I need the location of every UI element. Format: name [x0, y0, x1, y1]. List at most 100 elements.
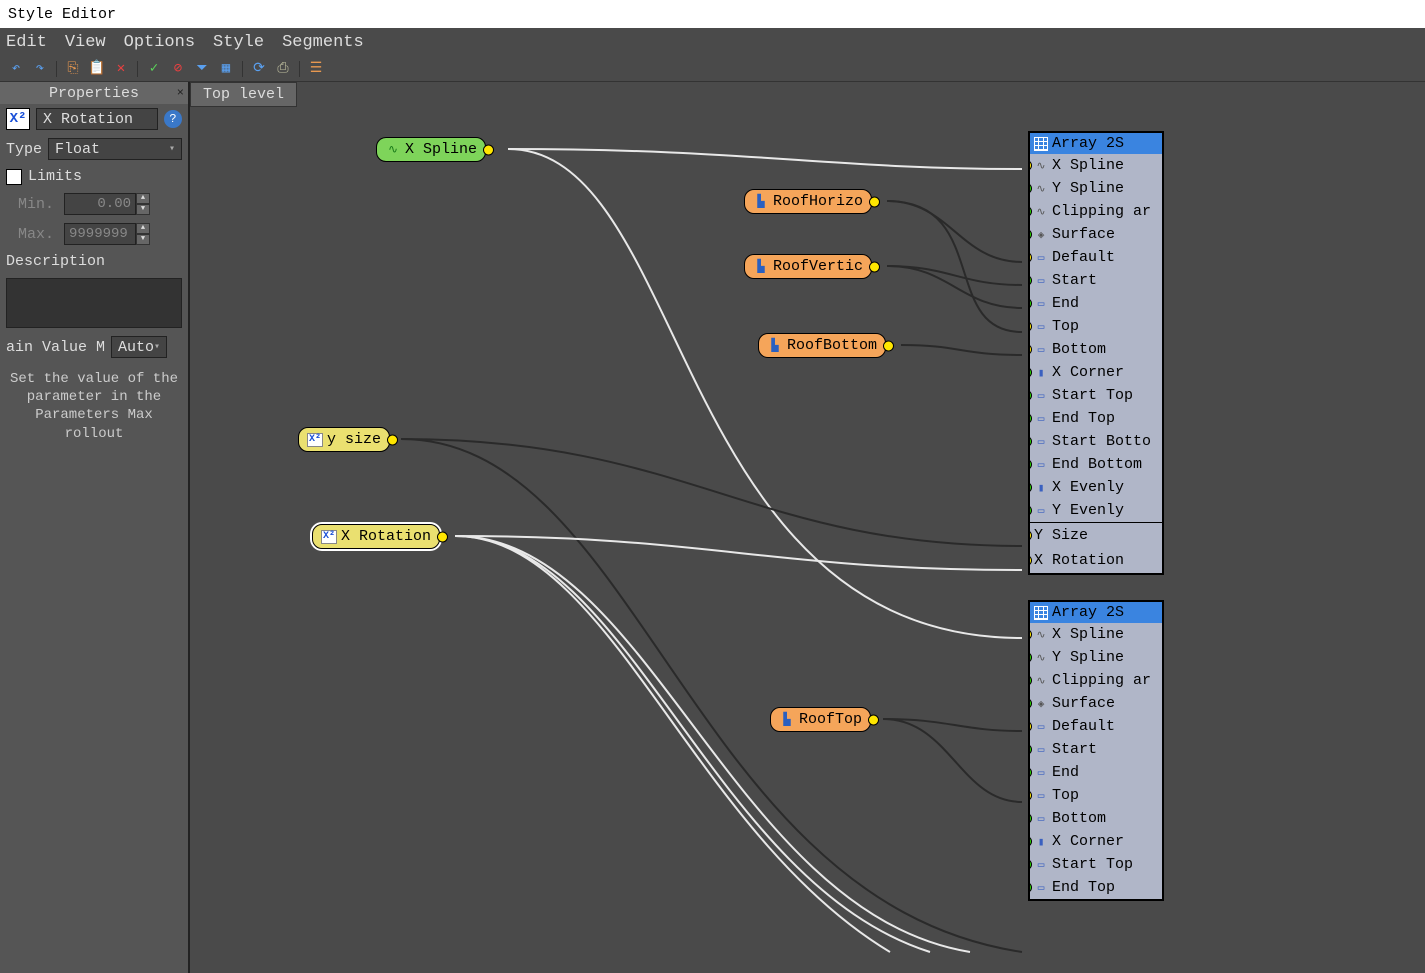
- type-select[interactable]: Float: [48, 138, 182, 160]
- input-port[interactable]: [1030, 652, 1032, 663]
- undo-icon[interactable]: ↶: [8, 61, 24, 77]
- menu-segments[interactable]: Segments: [282, 33, 364, 52]
- menu-options[interactable]: Options: [124, 33, 195, 52]
- node-roof-bottom[interactable]: ▙ RoofBottom: [758, 333, 886, 358]
- input-port[interactable]: [1030, 882, 1032, 893]
- box-icon[interactable]: ▦: [218, 61, 234, 77]
- array-input-row[interactable]: ▭Start: [1030, 269, 1162, 292]
- node-x-spline[interactable]: ∿ X Spline: [376, 137, 486, 162]
- array-input-row[interactable]: ◈Surface: [1030, 692, 1162, 715]
- input-port[interactable]: [1030, 367, 1032, 378]
- min-down-icon[interactable]: ▼: [136, 204, 150, 215]
- array-param-row[interactable]: Y Size: [1030, 523, 1162, 548]
- menu-edit[interactable]: Edit: [6, 33, 47, 52]
- input-port[interactable]: [1030, 344, 1032, 355]
- array-input-row[interactable]: ∿Y Spline: [1030, 177, 1162, 200]
- input-port[interactable]: [1030, 436, 1032, 447]
- array-input-row[interactable]: ▭End Top: [1030, 876, 1162, 899]
- array-input-row[interactable]: ∿X Spline: [1030, 623, 1162, 646]
- array-input-row[interactable]: ▭Default: [1030, 715, 1162, 738]
- array-input-row[interactable]: ▭Default: [1030, 246, 1162, 269]
- array-param-row[interactable]: X Rotation: [1030, 548, 1162, 573]
- max-input[interactable]: [64, 223, 136, 245]
- input-port[interactable]: [1030, 790, 1032, 801]
- output-port[interactable]: [868, 714, 879, 725]
- array-input-row[interactable]: ▮X Evenly: [1030, 476, 1162, 499]
- output-port[interactable]: [437, 531, 448, 542]
- input-port[interactable]: [1030, 836, 1032, 847]
- close-icon[interactable]: ×: [177, 86, 184, 100]
- array-node-2[interactable]: Array 2S ∿X Spline∿Y Spline∿Clipping ar◈…: [1028, 600, 1164, 901]
- array-input-row[interactable]: ∿Y Spline: [1030, 646, 1162, 669]
- limits-checkbox[interactable]: [6, 169, 22, 185]
- array-input-row[interactable]: ∿Clipping ar: [1030, 200, 1162, 223]
- input-port[interactable]: [1030, 252, 1032, 263]
- max-up-icon[interactable]: ▲: [136, 223, 150, 234]
- output-port[interactable]: [483, 144, 494, 155]
- array-input-row[interactable]: ◈Surface: [1030, 223, 1162, 246]
- output-port[interactable]: [883, 340, 894, 351]
- array-input-row[interactable]: ∿X Spline: [1030, 154, 1162, 177]
- array-input-row[interactable]: ▮X Corner: [1030, 361, 1162, 384]
- paste-icon[interactable]: 📋: [89, 61, 105, 77]
- array-input-row[interactable]: ▭Start Top: [1030, 384, 1162, 407]
- input-port[interactable]: [1030, 698, 1032, 709]
- input-port[interactable]: [1030, 767, 1032, 778]
- filter-icon[interactable]: ⏷: [194, 61, 210, 77]
- help-icon[interactable]: ?: [164, 110, 182, 128]
- input-port[interactable]: [1030, 206, 1032, 217]
- input-port[interactable]: [1028, 555, 1032, 566]
- menu-style[interactable]: Style: [213, 33, 264, 52]
- input-port[interactable]: [1030, 859, 1032, 870]
- node-roof-horizontal[interactable]: ▙ RoofHorizo: [744, 189, 872, 214]
- input-port[interactable]: [1030, 813, 1032, 824]
- description-textarea[interactable]: [6, 278, 182, 328]
- node-roof-vertical[interactable]: ▙ RoofVertic: [744, 254, 872, 279]
- list-icon[interactable]: ☰: [308, 61, 324, 77]
- array-input-row[interactable]: ▭Top: [1030, 315, 1162, 338]
- input-port[interactable]: [1030, 744, 1032, 755]
- node-roof-top[interactable]: ▙ RoofTop: [770, 707, 871, 732]
- input-port[interactable]: [1030, 675, 1032, 686]
- max-spinner[interactable]: ▲▼: [64, 223, 150, 245]
- input-port[interactable]: [1028, 530, 1032, 541]
- menu-view[interactable]: View: [65, 33, 106, 52]
- input-port[interactable]: [1030, 275, 1032, 286]
- input-port[interactable]: [1030, 721, 1032, 732]
- input-port[interactable]: [1030, 183, 1032, 194]
- array-input-row[interactable]: ▭Start Botto: [1030, 430, 1162, 453]
- min-spinner[interactable]: ▲▼: [64, 193, 150, 215]
- array-input-row[interactable]: ▭Bottom: [1030, 807, 1162, 830]
- input-port[interactable]: [1030, 629, 1032, 640]
- node-x-rotation[interactable]: X² X Rotation: [312, 524, 440, 549]
- delete-icon[interactable]: ✕: [113, 61, 129, 77]
- min-up-icon[interactable]: ▲: [136, 193, 150, 204]
- input-port[interactable]: [1030, 298, 1032, 309]
- array-input-row[interactable]: ▭End Top: [1030, 407, 1162, 430]
- refresh-icon[interactable]: ⟳: [251, 61, 267, 77]
- array-input-row[interactable]: ▭End: [1030, 292, 1162, 315]
- input-port[interactable]: [1030, 229, 1032, 240]
- array-input-row[interactable]: ∿Clipping ar: [1030, 669, 1162, 692]
- input-port[interactable]: [1030, 321, 1032, 332]
- array-input-row[interactable]: ▮X Corner: [1030, 830, 1162, 853]
- array-node-1[interactable]: Array 2S ∿X Spline∿Y Spline∿Clipping ar◈…: [1028, 131, 1164, 575]
- min-input[interactable]: [64, 193, 136, 215]
- input-port[interactable]: [1030, 459, 1032, 470]
- input-port[interactable]: [1030, 413, 1032, 424]
- input-port[interactable]: [1030, 505, 1032, 516]
- array-header[interactable]: Array 2S: [1030, 133, 1162, 154]
- array-input-row[interactable]: ▭End Bottom: [1030, 453, 1162, 476]
- node-canvas[interactable]: Top level: [190, 82, 1425, 973]
- param-name-field[interactable]: X Rotation: [36, 108, 158, 130]
- check-icon[interactable]: ✓: [146, 61, 162, 77]
- output-port[interactable]: [387, 434, 398, 445]
- value-mode-select[interactable]: Auto: [111, 336, 167, 358]
- tab-top-level[interactable]: Top level: [190, 82, 297, 107]
- array-input-row[interactable]: ▭End: [1030, 761, 1162, 784]
- array-input-row[interactable]: ▭Bottom: [1030, 338, 1162, 361]
- output-port[interactable]: [869, 196, 880, 207]
- node-y-size[interactable]: X² y size: [298, 427, 390, 452]
- array-input-row[interactable]: ▭Y Evenly: [1030, 499, 1162, 522]
- export-icon[interactable]: ⎙: [275, 61, 291, 77]
